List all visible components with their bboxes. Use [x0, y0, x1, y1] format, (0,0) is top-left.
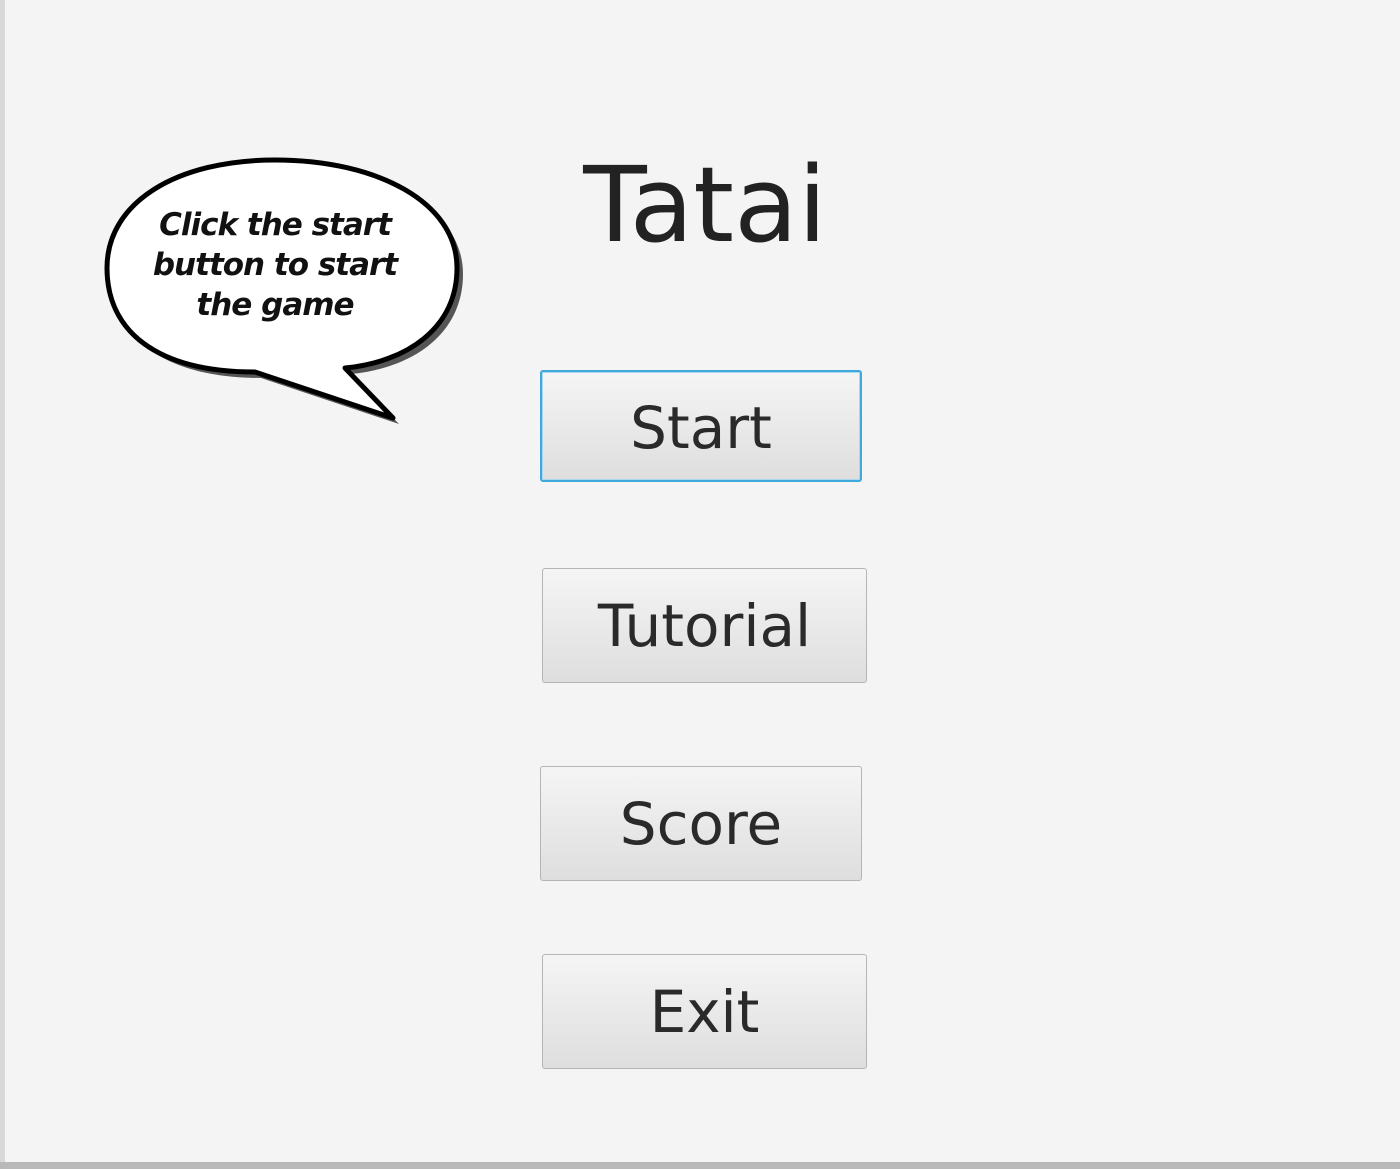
start-button[interactable]: Start: [540, 370, 862, 482]
window-bottom-border: [0, 1162, 1400, 1169]
tutorial-button[interactable]: Tutorial: [542, 568, 867, 683]
app-title: Tatai: [583, 144, 827, 266]
score-button[interactable]: Score: [540, 766, 862, 881]
main-window: Tatai Click the start button to start th…: [5, 0, 1400, 1162]
speech-bubble-line: button to start: [152, 247, 398, 283]
speech-bubble-text: Click the start button to start the game: [125, 205, 425, 325]
speech-bubble-line: the game: [196, 287, 354, 323]
speech-bubble-line: Click the start: [159, 207, 392, 243]
exit-button[interactable]: Exit: [542, 954, 867, 1069]
